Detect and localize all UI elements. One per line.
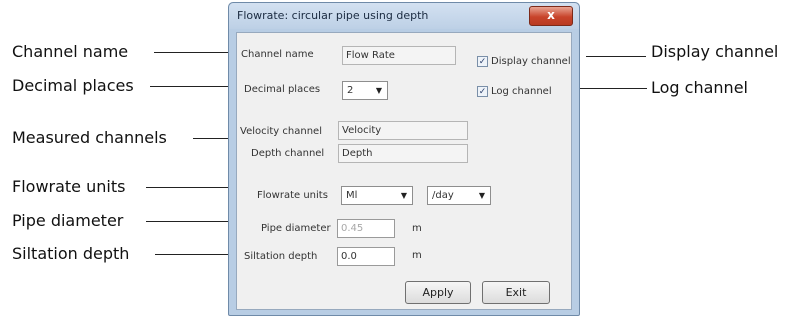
velocity-channel-field[interactable]: Velocity xyxy=(338,121,468,140)
channel-name-label: Channel name xyxy=(241,49,314,60)
title-bar[interactable]: Flowrate: circular pipe using depth x xyxy=(229,3,579,29)
siltation-depth-label: Siltation depth xyxy=(244,251,318,262)
siltation-depth-input[interactable]: 0.0 xyxy=(337,247,395,266)
callout-log-channel: Log channel xyxy=(651,78,748,97)
exit-button[interactable]: Exit xyxy=(482,281,550,304)
channel-name-input[interactable]: Flow Rate xyxy=(342,46,456,65)
callout-decimal-places: Decimal places xyxy=(12,76,134,95)
log-channel-checkbox[interactable]: ✓ Log channel xyxy=(477,86,552,97)
chevron-down-icon: ▼ xyxy=(375,86,382,95)
flowrate-period-select[interactable]: /day ▼ xyxy=(427,186,491,205)
depth-channel-field[interactable]: Depth xyxy=(338,144,468,163)
depth-channel-label: Depth channel xyxy=(251,148,325,159)
callout-flowrate-units: Flowrate units xyxy=(12,177,126,196)
callout-siltation-depth: Siltation depth xyxy=(12,244,130,263)
display-channel-checkbox[interactable]: ✓ Display channel xyxy=(477,56,571,67)
chevron-down-icon: ▼ xyxy=(400,191,407,200)
decimal-places-select[interactable]: 2 ▼ xyxy=(342,81,388,100)
callout-display-channel: Display channel xyxy=(651,42,779,61)
close-icon: x xyxy=(547,8,555,22)
velocity-channel-label: Velocity channel xyxy=(240,126,322,137)
log-channel-check-icon: ✓ xyxy=(477,86,488,97)
callout-channel-name: Channel name xyxy=(12,42,129,61)
flowrate-period-value: /day xyxy=(432,190,454,201)
display-channel-label: Display channel xyxy=(491,56,571,67)
siltation-depth-unit: m xyxy=(412,250,422,261)
pipe-diameter-input[interactable]: 0.45 xyxy=(337,219,395,238)
log-channel-label: Log channel xyxy=(491,86,552,97)
pipe-diameter-label: Pipe diameter xyxy=(261,223,331,234)
display-channel-check-icon: ✓ xyxy=(477,56,488,67)
flowrate-dialog: Flowrate: circular pipe using depth x Ch… xyxy=(228,2,580,316)
pipe-diameter-unit: m xyxy=(412,223,422,234)
flowrate-units-label: Flowrate units xyxy=(257,190,328,201)
flowrate-units-select[interactable]: Ml ▼ xyxy=(341,186,413,205)
dialog-title: Flowrate: circular pipe using depth xyxy=(237,9,429,22)
decimal-places-value: 2 xyxy=(347,85,354,96)
decimal-places-label: Decimal places xyxy=(244,84,321,95)
chevron-down-icon: ▼ xyxy=(478,191,485,200)
apply-button[interactable]: Apply xyxy=(405,281,471,304)
callout-pipe-diameter: Pipe diameter xyxy=(12,211,124,230)
flowrate-units-value: Ml xyxy=(346,190,358,201)
dialog-client-area: Channel name Flow Rate ✓ Display channel… xyxy=(236,32,572,310)
close-button[interactable]: x xyxy=(529,6,573,26)
callout-measured-channels: Measured channels xyxy=(12,128,167,147)
leader-display-channel xyxy=(586,56,646,57)
